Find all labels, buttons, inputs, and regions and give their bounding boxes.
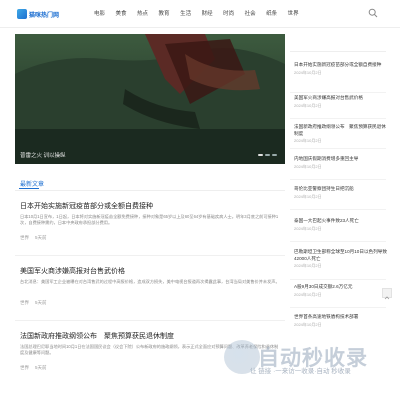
sidebar-item[interactable]: A股9月30日成交额2.6万亿元 2024年10月2日 [294, 284, 388, 298]
tab-underline [19, 188, 39, 189]
article-title[interactable]: 美国军火商涉嫌高报对台售武价格 [20, 267, 282, 276]
divider [290, 241, 386, 242]
slider-caption[interactable]: 普雷之火 训以操纵 [20, 151, 66, 159]
nav-item-world[interactable]: 世界 [288, 9, 299, 17]
divider [290, 279, 386, 280]
divider [15, 255, 285, 256]
article-time: 5天前 [35, 365, 47, 370]
article-time: 5天前 [35, 300, 47, 305]
site-logo[interactable]: 猫咪热门网 [17, 6, 63, 22]
sidebar-item-title[interactable]: 世界首条高速地铁盾构技术部署 [294, 314, 388, 321]
nav-item-movies[interactable]: 电影 [94, 9, 105, 17]
nav-item-finance[interactable]: 财经 [202, 9, 213, 17]
article-excerpt: 日本10月1日宣布，1日起，日本将对实施新冠疫苗全额免费接种，接种对象是65岁以… [20, 214, 279, 226]
sidebar-item-date: 2024年10月2日 [294, 263, 322, 268]
featured-image [15, 34, 285, 164]
sidebar-item[interactable]: 美国军火商涉嫌高报对台售武价格 2024年10月2日 [294, 95, 388, 109]
sidebar-item-date: 2024年10月2日 [294, 69, 322, 75]
sidebar-item[interactable]: 泰国一大巴起火事件致23人死亡 2024年10月2日 [294, 218, 388, 232]
nav-item-education[interactable]: 教育 [159, 9, 170, 17]
sidebar-item-title[interactable]: 内地国庆假期消费增多重回主导 [294, 156, 388, 163]
sidebar-item[interactable]: 日本开始实施新冠疫苗部分或全额自费接种 2024年10月2日 [294, 62, 388, 76]
slider-dot[interactable] [258, 154, 263, 156]
slider-dot[interactable] [265, 154, 270, 156]
nav-item-notes[interactable]: 纸条 [266, 9, 277, 17]
divider [290, 179, 386, 180]
site-header: 猫咪热门网 电影 美食 热点 教育 生活 财经 时尚 社会 纸条 世界 [0, 0, 400, 28]
sidebar-item-date: 2024年10月2日 [294, 291, 322, 297]
slider-dots [256, 154, 277, 156]
logo-text: 猫咪热门网 [29, 12, 60, 19]
watermark-subtitle: 让 链接 ·一来访一收录·自动 秒收录 [250, 368, 351, 375]
nav-item-fashion[interactable]: 时尚 [223, 9, 234, 17]
article-category[interactable]: 世界 [20, 235, 29, 241]
sidebar-item-title[interactable]: 泰国一大巴起火事件致23人死亡 [294, 218, 388, 225]
divider [290, 307, 386, 308]
chevron-up-icon [384, 296, 390, 300]
sidebar-item-title[interactable]: 日本开始实施新冠疫苗部分或全额自费接种 [294, 62, 388, 69]
article-meta: 世界 5天前 [20, 235, 282, 241]
sidebar-item-title[interactable]: 法国新政府推政纲领公布 聚焦预算获民退休制度 [294, 124, 388, 137]
sidebar-header [290, 34, 386, 52]
sidebar-item[interactable]: 法国新政府推政纲领公布 聚焦预算获民退休制度 2024年10月2日 [294, 124, 388, 144]
article-category[interactable]: 世界 [20, 365, 29, 371]
sidebar-item-title[interactable]: A股9月30日成交额2.6万亿元 [294, 284, 388, 291]
sidebar-item[interactable]: 世界首条高速地铁盾构技术部署 2024年10月2日 [294, 314, 388, 328]
nav-item-food[interactable]: 美食 [116, 9, 127, 17]
watermark: 自动秒收录 让 链接 ·一来访一收录·自动 秒收录 [224, 340, 400, 400]
sidebar-item[interactable]: 内地国庆假期消费增多重回主导 2024年10月2日 [294, 156, 388, 170]
article-item[interactable]: 美国军火商涉嫌高报对台售武价格 台北消息：美国军工企业被曝在对台湾售武的过程中高… [20, 267, 282, 306]
divider [15, 190, 285, 191]
sidebar-item[interactable]: 哥伦比亚警察团持生日把沉船 2024年10月2日 [294, 186, 388, 200]
article-category[interactable]: 世界 [20, 300, 29, 306]
sidebar-item-date: 2024年10月2日 [294, 102, 322, 108]
article-excerpt: 台北消息：美国军工企业被曝在对台湾售武的过程中高报价格，造成双方损失，美中电视台… [20, 279, 280, 284]
main-nav: 电影 美食 热点 教育 生活 财经 时尚 社会 纸条 世界 [94, 9, 309, 17]
sidebar-item-date: 2024年10月2日 [294, 163, 322, 169]
sidebar-item-date: 2024年10月2日 [294, 321, 322, 327]
article-title[interactable]: 日本开始实施新冠疫苗部分或全额自费接种 [20, 202, 282, 211]
article-time: 5天前 [35, 235, 47, 240]
logo-icon [17, 9, 27, 19]
divider [290, 209, 386, 210]
divider [290, 148, 386, 149]
sidebar-item-date: 2024年10月2日 [294, 193, 322, 199]
divider [290, 92, 386, 93]
sidebar-item-title[interactable]: 美国军火商涉嫌高报对台售武价格 [294, 95, 388, 102]
sidebar-item-title[interactable]: 巴勒斯坦卫生部称全球至10月10日以色列导致42000人死亡 [294, 249, 388, 262]
divider [290, 118, 386, 119]
slider-dot[interactable] [272, 154, 277, 156]
nav-item-society[interactable]: 社会 [245, 9, 256, 17]
nav-item-life[interactable]: 生活 [180, 9, 191, 17]
article-item[interactable]: 日本开始实施新冠疫苗部分或全额自费接种 日本10月1日宣布，1日起，日本将对实施… [20, 202, 282, 241]
back-to-top-button[interactable] [382, 288, 392, 300]
sidebar-item-date: 2024年10月2日 [294, 138, 322, 143]
search-icon[interactable] [368, 8, 378, 18]
nav-item-hot[interactable]: 热点 [137, 9, 148, 17]
sidebar-item-title[interactable]: 哥伦比亚警察团持生日把沉船 [294, 186, 388, 193]
sidebar-item[interactable]: 巴勒斯坦卫生部称全球至10月10日以色列导致42000人死亡 2024年10月2… [294, 249, 388, 269]
sidebar-item-date: 2024年10月2日 [294, 225, 322, 231]
divider [15, 320, 285, 321]
tab-latest[interactable]: 最新文章 [20, 179, 44, 188]
featured-slider[interactable]: 普雷之火 训以操纵 [15, 34, 285, 164]
article-meta: 世界 5天前 [20, 300, 282, 306]
